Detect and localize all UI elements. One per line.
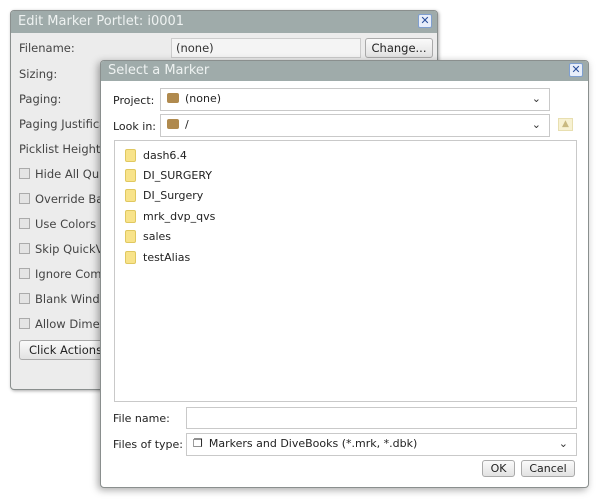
folder-box-icon (167, 119, 179, 129)
file-name: DI_Surgery (143, 189, 204, 202)
title-bar[interactable]: Select a Marker ✕ (101, 61, 588, 81)
project-select[interactable]: (none) ⌄ (160, 88, 550, 111)
list-item[interactable]: mrk_dvp_qvs (125, 210, 215, 223)
chevron-down-icon: ⌄ (531, 118, 541, 131)
filetype-label: Files of type: (113, 438, 184, 451)
filename-input[interactable] (186, 407, 577, 429)
file-name: dash6.4 (143, 149, 187, 162)
checkbox[interactable] (19, 218, 30, 229)
checkbox-row[interactable]: Ignore Comm (19, 267, 113, 281)
checkbox-label: Skip QuickVi (35, 242, 107, 256)
folder-icon (125, 251, 136, 264)
checkbox-row[interactable]: Use Colors S (19, 217, 107, 231)
checkbox[interactable] (19, 293, 30, 304)
dialog-title: Edit Marker Portlet: i0001 (18, 14, 185, 29)
dialog-title: Select a Marker (108, 63, 210, 78)
project-label: Project: (113, 94, 155, 107)
checkbox-row[interactable]: Override Bac (19, 192, 110, 206)
ok-button[interactable]: OK (482, 460, 515, 477)
file-name: testAlias (143, 251, 191, 264)
close-icon[interactable]: ✕ (569, 63, 583, 77)
checkbox[interactable] (19, 318, 30, 329)
folder-icon (125, 189, 136, 202)
select-marker-dialog: Select a Marker ✕ Project: (none) ⌄ Look i… (100, 60, 589, 488)
lookin-select[interactable]: / ⌄ (160, 114, 550, 137)
paging-justification-label: Paging Justifica (19, 117, 107, 131)
filename-label: Filename: (19, 41, 75, 55)
checkbox-label: Override Bac (35, 192, 110, 206)
project-icon (167, 93, 179, 103)
checkbox[interactable] (19, 168, 30, 179)
checkbox[interactable] (19, 243, 30, 254)
checkbox-label: Blank Windo (35, 292, 107, 306)
checkbox-label: Use Colors S (35, 217, 108, 231)
checkbox-row[interactable]: Allow Dimen (19, 317, 107, 331)
lookin-label: Look in: (113, 120, 156, 133)
change-button[interactable]: Change... (365, 38, 433, 58)
checkbox-label: Hide All Quic (35, 167, 109, 181)
up-folder-icon[interactable]: ▲ (558, 118, 573, 131)
chevron-down-icon: ⌄ (558, 437, 568, 450)
folder-icon (125, 230, 136, 243)
list-item[interactable]: dash6.4 (125, 149, 187, 162)
filename-field[interactable]: (none) (171, 38, 361, 58)
checkbox-row[interactable]: Skip QuickVi (19, 242, 106, 256)
sizing-label: Sizing: (19, 67, 58, 81)
filetype-select[interactable]: ❐ Markers and DiveBooks (*.mrk, *.dbk) ⌄ (186, 433, 577, 456)
folder-icon (125, 210, 136, 223)
picklist-height-label: Picklist Height: (19, 142, 105, 156)
title-bar[interactable]: Edit Marker Portlet: i0001 ✕ (11, 11, 437, 33)
checkbox[interactable] (19, 268, 30, 279)
list-item[interactable]: DI_Surgery (125, 189, 203, 202)
folder-icon (125, 169, 136, 182)
chevron-down-icon: ⌄ (531, 92, 541, 105)
documents-icon: ❐ (193, 437, 203, 450)
filetype-value: Markers and DiveBooks (*.mrk, *.dbk) (208, 437, 418, 450)
folder-icon (125, 149, 136, 162)
lookin-value: / (185, 118, 189, 131)
paging-label: Paging: (19, 92, 62, 106)
close-icon[interactable]: ✕ (418, 14, 432, 28)
file-list[interactable]: dash6.4 DI_SURGERY DI_Surgery mrk_dvp_qv… (114, 140, 577, 402)
checkbox-row[interactable]: Hide All Quic (19, 167, 109, 181)
file-name: sales (143, 230, 172, 243)
project-value: (none) (185, 92, 222, 105)
checkbox-row[interactable]: Blank Windo (19, 292, 107, 306)
list-item[interactable]: testAlias (125, 251, 190, 264)
checkbox[interactable] (19, 193, 30, 204)
list-item[interactable]: DI_SURGERY (125, 169, 212, 182)
list-item[interactable]: sales (125, 230, 171, 243)
checkbox-label: Allow Dimen (35, 317, 107, 331)
filename-label: File name: (113, 412, 170, 425)
cancel-button[interactable]: Cancel (521, 460, 575, 477)
file-name: DI_SURGERY (143, 169, 213, 182)
file-name: mrk_dvp_qvs (143, 210, 216, 223)
